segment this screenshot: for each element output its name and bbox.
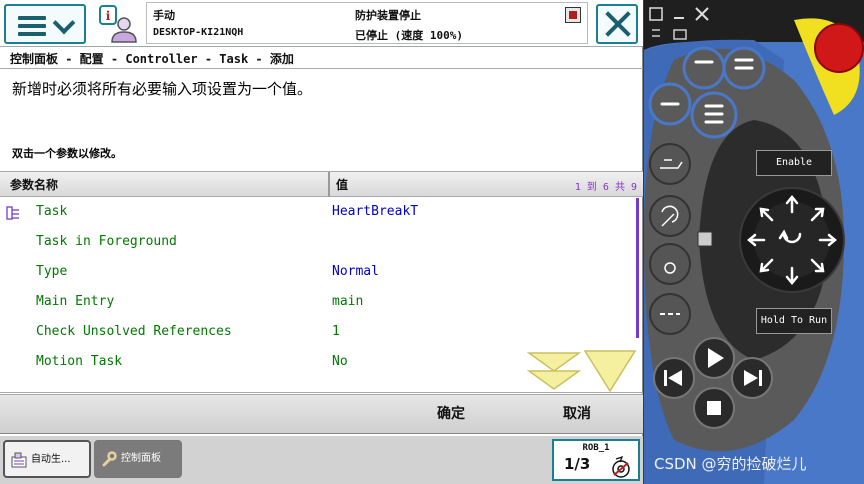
- wrench-icon: [102, 451, 117, 467]
- selected-row-icon: [6, 206, 19, 220]
- param-name: Type: [36, 264, 68, 279]
- main-menu-button[interactable]: [4, 4, 86, 44]
- virtual-pendant: Enable Hold To Run: [644, 0, 864, 484]
- restore-icon[interactable]: [649, 7, 663, 21]
- table-row[interactable]: Main Entry main: [0, 288, 636, 318]
- mechanical-unit-fraction: 1/3: [564, 455, 591, 473]
- controller-host: DESKTOP-KI21NQH: [153, 27, 244, 38]
- page-down-icon[interactable]: [583, 350, 637, 393]
- scroll-down-buttons[interactable]: [527, 349, 637, 393]
- toggle-axis-key[interactable]: [649, 243, 691, 285]
- motor-state: 已停止 (速度 100%): [355, 29, 463, 42]
- divider: [0, 68, 643, 69]
- table-row[interactable]: Task in Foreground: [0, 228, 636, 258]
- event-log-icon[interactable]: [565, 7, 581, 23]
- svg-text:i: i: [106, 9, 111, 23]
- close-icon[interactable]: [695, 7, 709, 21]
- table-row[interactable]: Check Unsolved References 1: [0, 318, 636, 348]
- table-header: 参数名称 值 1 到 6 共 9: [0, 172, 643, 197]
- chevron-down-icon: [52, 11, 76, 35]
- close-button[interactable]: [596, 4, 638, 44]
- param-value: 1: [332, 324, 340, 339]
- param-name: Check Unsolved References: [36, 324, 232, 339]
- taskbar-item-auto[interactable]: 自动生...: [3, 440, 91, 478]
- menu-icon: [18, 16, 46, 40]
- hold-to-run-button[interactable]: Hold To Run: [756, 308, 832, 334]
- column-header-value: 值: [336, 178, 349, 192]
- operating-mode: 手动: [153, 9, 175, 22]
- taskbar: 自动生... 控制面板: [0, 436, 643, 484]
- window-controls: [649, 7, 709, 40]
- column-header-name: 参数名称: [10, 178, 59, 192]
- param-value: No: [332, 354, 348, 369]
- action-bar: 确定 取消: [0, 394, 643, 434]
- scroll-down-icon[interactable]: [527, 352, 582, 390]
- taskbar-label: 自动生...: [31, 454, 71, 465]
- stop-icon: [707, 401, 721, 415]
- toggle-motion-mode-key[interactable]: [649, 195, 691, 237]
- row-count: 1 到 6 共 9: [574, 182, 637, 193]
- cancel-button[interactable]: 取消: [522, 395, 632, 433]
- quickset-button[interactable]: ROB_1 1/3: [552, 439, 640, 481]
- param-value: HeartBreakT: [332, 204, 419, 219]
- hint-text: 双击一个参数以修改。: [12, 147, 122, 160]
- operator-info-icon[interactable]: i: [98, 4, 138, 44]
- watermark: CSDN @穷的捡破烂儿: [654, 455, 807, 473]
- param-name: Main Entry: [36, 294, 115, 309]
- top-bar: i 手动 DESKTOP-KI21NQH 防护装置停止 已停止 (速度 100%…: [0, 0, 643, 47]
- param-name: Task: [36, 204, 68, 219]
- param-value: Normal: [332, 264, 379, 279]
- programmable-key-1[interactable]: [682, 46, 726, 90]
- table-row[interactable]: Type Normal: [0, 258, 636, 288]
- instruction-text: 新增时必须将所有必要输入项设置为一个值。: [12, 80, 313, 98]
- speed-icon: [612, 455, 630, 478]
- emergency-stop-button[interactable]: [814, 23, 864, 73]
- swap-icon[interactable]: [652, 29, 660, 37]
- program-icon: [11, 452, 27, 468]
- ok-button[interactable]: 确定: [398, 395, 504, 433]
- taskbar-item-control-panel[interactable]: 控制面板: [94, 440, 182, 478]
- table-row[interactable]: Task HeartBreakT: [0, 198, 636, 228]
- select-mechanical-unit-key[interactable]: [649, 143, 691, 185]
- joystick-lock-icon[interactable]: [697, 231, 713, 247]
- enable-button[interactable]: Enable: [756, 150, 832, 176]
- column-resizer[interactable]: [328, 172, 330, 197]
- flexpendant-screen: i 手动 DESKTOP-KI21NQH 防护装置停止 已停止 (速度 100%…: [0, 0, 643, 484]
- camera-icon[interactable]: [673, 29, 687, 40]
- status-bar[interactable]: 手动 DESKTOP-KI21NQH 防护装置停止 已停止 (速度 100%): [146, 2, 588, 44]
- param-name: Task in Foreground: [36, 234, 177, 249]
- param-name: Motion Task: [36, 354, 123, 369]
- robot-name: ROB_1: [582, 443, 610, 453]
- scrollbar[interactable]: [636, 198, 639, 338]
- breadcrumb: 控制面板 - 配置 - Controller - Task - 添加: [10, 52, 294, 66]
- param-value: main: [332, 294, 364, 309]
- taskbar-label: 控制面板: [121, 453, 161, 464]
- guard-stop-status: 防护装置停止: [355, 9, 421, 22]
